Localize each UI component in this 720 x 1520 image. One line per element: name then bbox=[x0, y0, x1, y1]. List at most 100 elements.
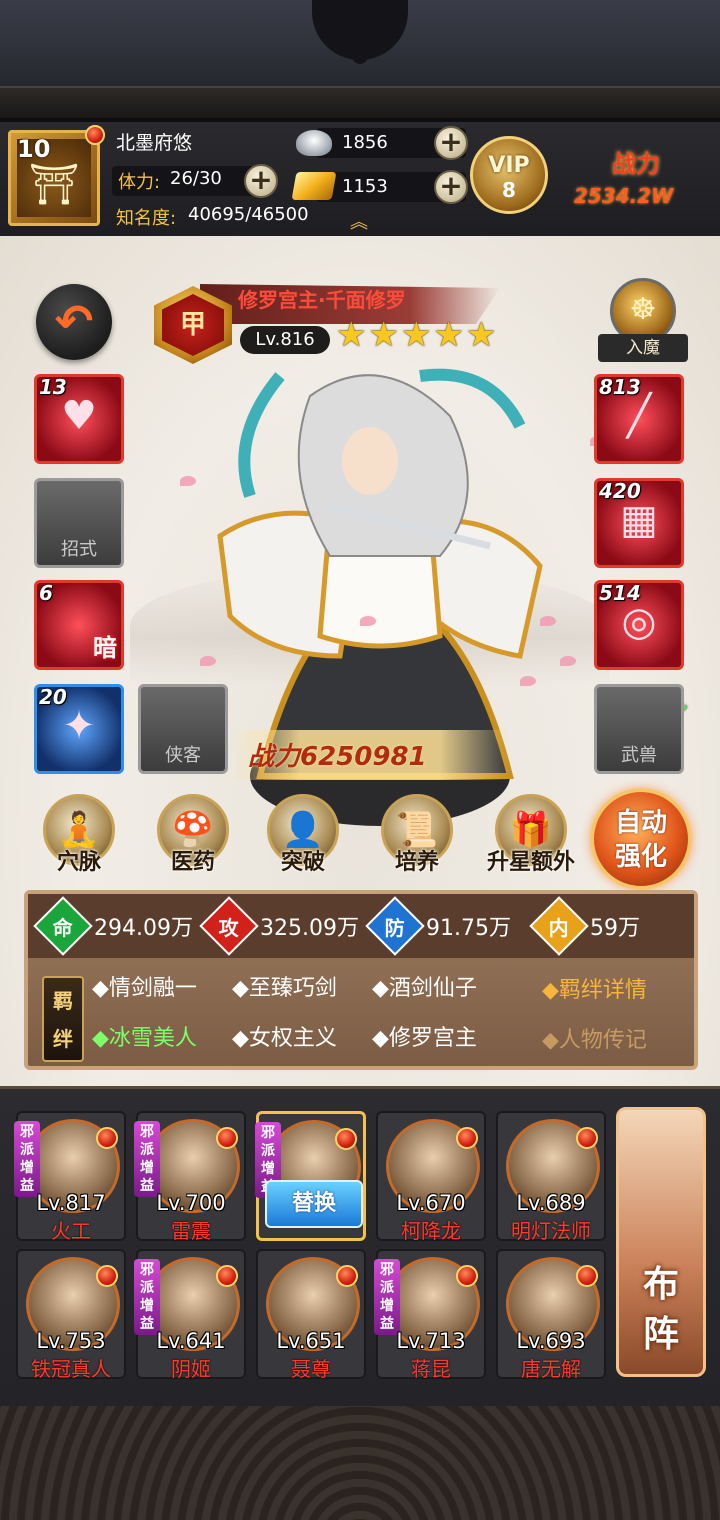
bond-item: ◆修罗宫主 bbox=[372, 1026, 477, 1051]
accessory-slot[interactable]: ◎ 514 bbox=[594, 580, 684, 670]
team-hero-card[interactable]: Lv.651 聂尊 bbox=[256, 1249, 366, 1381]
action-label: 突破 bbox=[280, 850, 325, 875]
team-hero-card[interactable]: Lv.693 唐无解 bbox=[496, 1249, 606, 1381]
hero-card-name: 蒋昆 bbox=[411, 1357, 451, 1381]
hero-card-level: Lv.693 bbox=[516, 1329, 586, 1353]
fame-value: 40695/46500 bbox=[188, 204, 309, 225]
hero-card-level: Lv.713 bbox=[396, 1329, 466, 1353]
star-icon: ★ bbox=[400, 315, 432, 355]
add-stamina-button[interactable]: + bbox=[244, 164, 278, 198]
hero-card-name: 火工 bbox=[51, 1219, 91, 1243]
add-gold-button[interactable]: + bbox=[434, 170, 468, 204]
move-slot[interactable]: 招式 bbox=[34, 478, 124, 568]
notification-dot bbox=[456, 1265, 478, 1287]
hero-level: Lv.816 bbox=[240, 326, 330, 354]
petal-decoration bbox=[540, 616, 556, 626]
action-label: 医药 bbox=[170, 850, 215, 875]
auto-strengthen-button[interactable]: 自动 强化 bbox=[590, 788, 692, 890]
petal-decoration bbox=[520, 676, 536, 686]
total-combat-value: 2534.2W bbox=[574, 184, 674, 208]
silver-icon bbox=[296, 130, 332, 156]
slot-level: 420 bbox=[599, 479, 641, 503]
star-icon: ★ bbox=[368, 315, 399, 355]
player-name: 北墨府悠 bbox=[116, 132, 193, 154]
stat-hp: 命 294.09万 bbox=[33, 896, 193, 956]
stat-attack: 攻 325.09万 bbox=[199, 896, 359, 956]
beast-slot[interactable]: 武兽 bbox=[594, 684, 684, 774]
evil-faction-tag: 邪派增益 bbox=[134, 1259, 160, 1335]
biography-link[interactable]: ◆人物传记 bbox=[542, 1022, 647, 1054]
stat-value: 294.09万 bbox=[94, 916, 193, 941]
star-up-button[interactable]: 🎁 升星额外 bbox=[476, 794, 586, 890]
hero-card-level: Lv.641 bbox=[156, 1329, 226, 1353]
roof-beam bbox=[0, 86, 720, 118]
hero-card-level: Lv.670 bbox=[396, 1191, 466, 1215]
hero-title: 修罗宫主·千面修罗 bbox=[238, 288, 406, 312]
medicine-button[interactable]: 🍄 医药 bbox=[148, 794, 238, 890]
team-hero-card[interactable]: Lv.670 柯降龙 bbox=[376, 1111, 486, 1243]
stat-inner: 内 59万 bbox=[529, 896, 640, 956]
vip-badge[interactable]: VIP 8 bbox=[470, 136, 548, 214]
team-hero-card[interactable]: 邪派增益 Lv.817 火工 bbox=[14, 1111, 126, 1243]
hero-card-name: 唐无解 bbox=[521, 1357, 581, 1381]
action-label: 培养 bbox=[394, 850, 439, 875]
hero-face bbox=[342, 427, 398, 495]
rank-seal-text: 甲 bbox=[162, 294, 224, 356]
action-label: 升星额外 bbox=[486, 850, 575, 875]
demon-mode-button[interactable]: ☸ 入魔 bbox=[598, 278, 688, 364]
team-hero-card[interactable]: 邪派增益 Lv.641 阴姬 bbox=[134, 1249, 246, 1381]
stamina-label: 体力: bbox=[118, 172, 161, 193]
hero-card-name: 雷震 bbox=[171, 1219, 211, 1243]
player-header: ⛩ 10 北墨府悠 体力: 26/30 + 知名度: 40695/46500 1… bbox=[0, 122, 720, 236]
orb-icon: ✦ bbox=[62, 703, 96, 749]
chevron-up-icon[interactable]: ︽ bbox=[350, 214, 368, 232]
team-hero-card[interactable]: Lv.753 铁冠真人 bbox=[16, 1249, 126, 1381]
notification-dot bbox=[576, 1265, 598, 1287]
team-hero-card[interactable]: 邪派增益 Lv.713 蒋昆 bbox=[374, 1249, 486, 1381]
orb-slot[interactable]: ✦ 20 bbox=[34, 684, 124, 774]
back-button[interactable]: ↶ bbox=[36, 284, 112, 360]
team-hero-card[interactable]: Lv.689 明灯法师 bbox=[496, 1111, 606, 1243]
slot-level: 13 bbox=[39, 375, 67, 399]
hero-power: 战力6250981 bbox=[248, 742, 427, 772]
meridian-button[interactable]: 🧘 穴脉 bbox=[34, 794, 124, 890]
hero-card-name: 明灯法师 bbox=[511, 1219, 591, 1243]
action-row: 🧘 穴脉 🍄 医药 👤 突破 📜 培养 🎁 升星额外 自动 强化 bbox=[0, 784, 720, 894]
formation-button[interactable]: 布阵 bbox=[616, 1107, 706, 1377]
gold-value: 1153 bbox=[342, 176, 388, 197]
team-hero-card[interactable]: 邪派增益 Lv.700 雷震 bbox=[134, 1111, 246, 1243]
hero-stars: ★ ★ ★ ★ ★ bbox=[336, 318, 496, 352]
cultivate-button[interactable]: 📜 培养 bbox=[372, 794, 462, 890]
bond-detail-link[interactable]: ◆羁绊详情 bbox=[542, 972, 647, 1004]
add-silver-button[interactable]: + bbox=[434, 126, 468, 160]
stat-value: 91.75万 bbox=[426, 916, 511, 941]
action-label: 穴脉 bbox=[56, 850, 101, 875]
hero-card-level: Lv.689 bbox=[516, 1191, 586, 1215]
stamina-value: 26/30 bbox=[170, 168, 222, 189]
stats-panel: 命 294.09万 攻 325.09万 防 91.75万 内 59万 羁绊 ◆情… bbox=[24, 890, 698, 1070]
armor-slot[interactable]: ▦ 420 bbox=[594, 478, 684, 568]
notification-dot bbox=[456, 1127, 478, 1149]
petal-decoration bbox=[200, 656, 216, 666]
swap-button[interactable]: 替换 bbox=[265, 1180, 363, 1228]
hero-card-level: Lv.700 bbox=[156, 1191, 226, 1215]
slot-level: 6 bbox=[39, 581, 53, 605]
notification-dot bbox=[335, 1128, 357, 1150]
skill-slot-dark[interactable]: 6 暗 bbox=[34, 580, 124, 670]
notification-dot bbox=[576, 1127, 598, 1149]
player-avatar[interactable]: ⛩ 10 bbox=[8, 125, 105, 226]
stat-value: 325.09万 bbox=[260, 916, 359, 941]
fame-label: 知名度: bbox=[116, 208, 177, 229]
slot-label: 侠客 bbox=[165, 745, 201, 766]
hero-card-name: 铁冠真人 bbox=[31, 1357, 111, 1381]
companion-slot[interactable]: 侠客 bbox=[138, 684, 228, 774]
total-combat-label: 战力 bbox=[612, 150, 660, 178]
breakthrough-button[interactable]: 👤 突破 bbox=[258, 794, 348, 890]
skill-slot-1[interactable]: ♥ 13 bbox=[34, 374, 124, 464]
notification-dot bbox=[216, 1127, 238, 1149]
petal-decoration bbox=[360, 616, 376, 626]
weapon-slot[interactable]: ╱ 813 bbox=[594, 374, 684, 464]
team-hero-card-selected[interactable]: 邪派增益 替换 bbox=[255, 1111, 366, 1241]
slot-label: 招式 bbox=[61, 539, 97, 560]
slot-level: 813 bbox=[599, 375, 641, 399]
